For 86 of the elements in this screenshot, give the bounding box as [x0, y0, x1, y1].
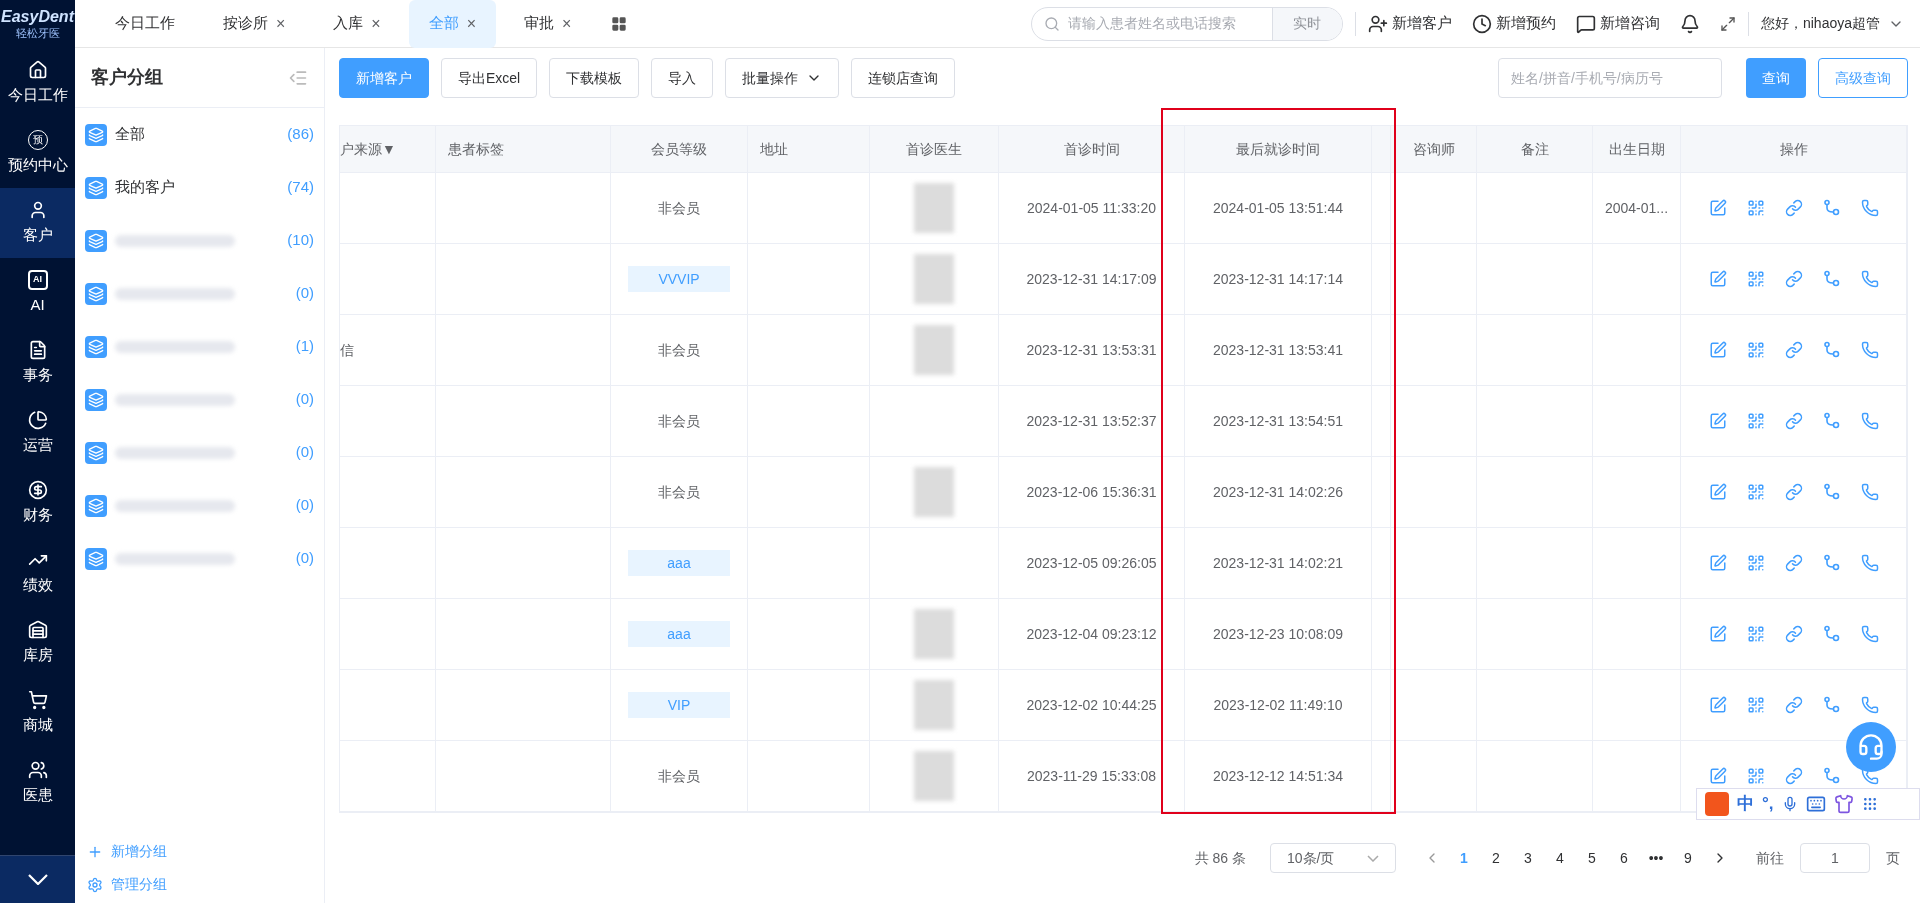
table-cell-text: 2023-12-31 14:02:21 — [1213, 553, 1343, 573]
toolbar-button[interactable]: 导入 — [651, 58, 714, 98]
table-cell-text: 2023-12-06 15:36:31 — [1026, 482, 1157, 502]
page-number[interactable]: ••• — [1648, 847, 1664, 869]
table-cell-text: 2023-12-23 10:08:09 — [1213, 624, 1343, 644]
page-number[interactable]: 4 — [1552, 847, 1568, 869]
table-cell-text: 2023-12-31 13:53:41 — [1213, 340, 1343, 360]
nav-item[interactable]: 运营 — [0, 398, 75, 468]
page-number[interactable]: 5 — [1584, 847, 1600, 869]
page-number[interactable]: 2 — [1488, 847, 1504, 869]
group-item[interactable]: 全部 (86) — [75, 108, 324, 161]
header-action-button[interactable]: 新增客户 — [1367, 12, 1452, 35]
column-header: 最后就诊时间 — [1236, 139, 1320, 159]
search-field[interactable]: 姓名/拼音/手机号/病历号 — [1498, 58, 1722, 98]
logo-name: EasyDent — [1, 6, 74, 27]
tab[interactable]: 全部 × — [408, 0, 497, 48]
user-greeting[interactable]: 您好，nihaoya超管 — [1760, 13, 1880, 34]
page-number[interactable]: 6 — [1616, 847, 1632, 869]
page-size-select[interactable]: 10条/页 — [1270, 843, 1396, 873]
toolbar-button[interactable]: 批量操作 — [725, 58, 840, 98]
column-header: 备注 — [1520, 139, 1549, 159]
table-cell-text: 2004-01... — [1604, 198, 1669, 218]
nav-item[interactable]: 今日工作 — [0, 48, 75, 118]
member-tag: aaa — [628, 550, 730, 576]
total-count: 共 86 条 — [1194, 848, 1246, 868]
ime-language[interactable]: 中 — [1737, 791, 1754, 817]
column-header: 出生日期 — [1608, 139, 1665, 159]
table-cell-text: 2023-12-02 11:49:10 — [1213, 695, 1343, 715]
toolbar-button[interactable]: 下载模板 — [549, 58, 640, 98]
nav-item[interactable]: 财务 — [0, 468, 75, 538]
column-header: 会员等级 — [651, 139, 707, 159]
table-cell-text: 2023-12-02 10:44:25 — [1026, 695, 1157, 715]
table-cell-text: 2023-11-29 15:33:08 — [1027, 766, 1156, 786]
table-cell-text: 2023-12-31 13:52:37 — [1026, 411, 1157, 431]
panel-title: 客户分组 — [91, 66, 163, 89]
header-action-button[interactable]: 新增预约 — [1471, 12, 1556, 35]
table-cell-text: 2023-12-31 13:54:51 — [1213, 411, 1343, 431]
member-tag: aaa — [628, 621, 730, 647]
nav-item[interactable]: 商城 — [0, 678, 75, 748]
tab[interactable]: 今日工作 — [95, 0, 195, 48]
table-cell-text: 非会员 — [658, 482, 700, 502]
nav-item[interactable]: 库房 — [0, 608, 75, 678]
member-tag: VIP — [628, 692, 730, 718]
chip-icon: AI — [27, 269, 48, 290]
column-header: 户来源▼ — [340, 139, 396, 159]
table-cell-text: 2023-12-31 13:53:31 — [1026, 340, 1157, 360]
column-header: 患者标签 — [448, 139, 504, 159]
page-number[interactable]: 9 — [1680, 847, 1696, 869]
table-cell-text: 2024-01-05 11:33:20 — [1027, 198, 1156, 218]
page-number[interactable]: 3 — [1520, 847, 1536, 869]
table-cell-text: 2023-12-31 14:17:09 — [1026, 269, 1157, 289]
page-unit: 页 — [1886, 848, 1900, 868]
table-cell-text: 2023-12-12 14:51:34 — [1213, 766, 1343, 786]
table-cell-text: 2023-12-04 09:23:12 — [1026, 624, 1157, 644]
table-cell-text: 非会员 — [658, 411, 700, 431]
toolbar-button[interactable]: 连锁店查询 — [851, 58, 956, 98]
table-cell-text: 非会员 — [658, 198, 700, 218]
nav-item[interactable]: AI AI — [0, 258, 75, 328]
group-item[interactable]: 我的客户 (74) — [75, 161, 324, 214]
nav-item[interactable]: 事务 — [0, 328, 75, 398]
goto-label: 前往 — [1756, 848, 1784, 868]
column-header: 首诊时间 — [1063, 139, 1120, 159]
nav-item[interactable]: 客户 — [0, 188, 75, 258]
table-cell-text: 2023-12-31 14:17:14 — [1213, 269, 1343, 289]
column-header: 咨询师 — [1412, 139, 1455, 159]
column-header: 首诊医生 — [906, 139, 962, 159]
tab[interactable]: 入库 × — [313, 0, 401, 48]
table-cell-text: 信 — [340, 340, 354, 360]
ime-punctuation[interactable]: °, — [1762, 791, 1774, 817]
table-cell-text: 非会员 — [658, 766, 700, 786]
column-header: 操作 — [1779, 139, 1808, 159]
member-tag: VVVIP — [628, 266, 730, 292]
nav-item[interactable]: 预 预约中心 — [0, 118, 75, 188]
table-cell-text: 2023-12-31 14:02:26 — [1213, 482, 1343, 502]
column-header: 地址 — [760, 139, 788, 159]
table-cell-text: 非会员 — [658, 340, 700, 360]
table-cell-text: 2023-12-05 09:26:05 — [1026, 553, 1157, 573]
table-cell-text: 2024-01-05 13:51:44 — [1213, 198, 1343, 218]
tab[interactable]: 审批 × — [504, 0, 592, 48]
nav-item[interactable]: 绩效 — [0, 538, 75, 608]
logo-subtitle: 轻松牙医 — [15, 26, 60, 41]
page-input[interactable]: 1 — [1800, 843, 1870, 873]
header-action-button[interactable]: 新增咨询 — [1575, 12, 1660, 35]
nav-item[interactable]: 医患 — [0, 748, 75, 818]
toolbar-button[interactable]: 导出Excel — [441, 58, 538, 98]
tab[interactable]: 按诊所 × — [203, 0, 306, 48]
